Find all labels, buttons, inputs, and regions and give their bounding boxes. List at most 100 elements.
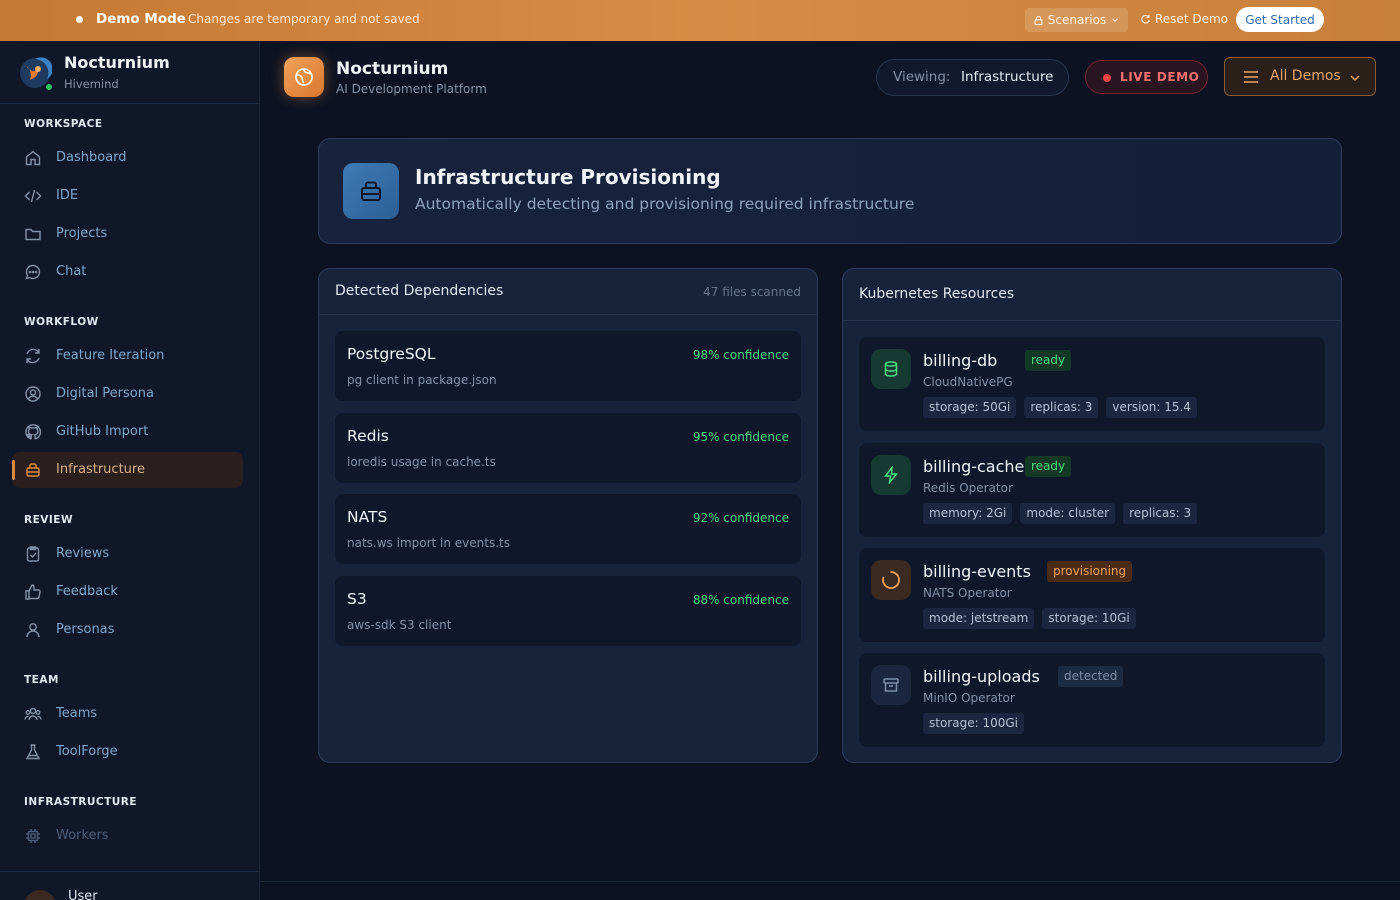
brand-name: Nocturnium [64,53,170,72]
resource-operator: MinIO Operator [923,691,1015,705]
sidebar-item-label: ToolForge [56,744,118,759]
dependency-item[interactable]: NATS 92% confidence nats.ws import in ev… [335,494,801,564]
sidebar-item-digital-persona[interactable]: Digital Persona [12,376,243,412]
sidebar-item-teams[interactable]: Teams [12,696,243,732]
app-logo-icon [284,57,324,97]
section-workflow: WORKFLOW [24,316,99,328]
dependency-name: PostgreSQL [347,345,436,363]
dependency-detail: nats.ws import in events.ts [347,536,511,550]
sidebar-item-workers[interactable]: Workers [12,818,243,854]
resource-tags: mode: jetstream storage: 10Gi [923,608,1136,629]
chevron-down-icon [1350,75,1360,82]
sidebar-user-footer[interactable]: User [0,871,259,900]
sidebar-item-label: Feature Iteration [56,348,165,363]
sidebar-item-label: Personas [56,622,115,637]
resource-name: billing-events [923,562,1031,581]
home-icon [25,150,41,166]
dependency-name: Redis [347,427,389,445]
demo-note: Changes are temporary and not saved [188,12,420,26]
chat-bubble-icon [25,264,41,280]
get-started-button[interactable]: Get Started [1236,7,1324,32]
sidebar-item-label: Chat [56,264,87,279]
resource-tag: mode: jetstream [923,608,1035,629]
user-circle-icon [25,386,41,402]
sidebar-item-reviews[interactable]: Reviews [12,536,243,572]
avatar [24,890,56,900]
section-review: REVIEW [24,514,74,526]
sidebar-item-personas[interactable]: Personas [12,612,243,648]
sidebar-item-label: Digital Persona [56,386,154,401]
sidebar-item-github-import[interactable]: GitHub Import [12,414,243,450]
section-workspace: WORKSPACE [24,118,103,130]
demo-banner: Demo Mode Changes are temporary and not … [0,0,1400,41]
lock-icon [1034,15,1043,25]
sidebar-item-projects[interactable]: Projects [12,216,243,252]
sidebar-item-feature-iteration[interactable]: Feature Iteration [12,338,243,374]
dependency-confidence: 92% confidence [692,511,789,525]
kubernetes-resources-panel: Kubernetes Resources billing-db ready Cl… [842,268,1342,763]
k8s-resource-card[interactable]: billing-uploads detected MinIO Operator … [859,653,1325,747]
brand-subtitle: Hivemind [64,77,119,91]
status-badge: ready [1025,350,1072,371]
resource-tags: storage: 100Gi [923,713,1024,734]
infrastructure-hero-card: Infrastructure Provisioning Automaticall… [318,138,1342,244]
scenarios-label: Scenarios [1047,13,1107,27]
status-badge: detected [1058,666,1124,687]
reset-demo-button[interactable]: Reset Demo [1140,12,1228,26]
sidebar-item-ide[interactable]: IDE [12,178,243,214]
resource-tags: storage: 50Gi replicas: 3 version: 15.4 [923,397,1197,418]
k8s-resource-card[interactable]: billing-db ready CloudNativePG storage: … [859,337,1325,431]
scenarios-button[interactable]: Scenarios [1025,8,1128,32]
status-badge: provisioning [1047,561,1133,582]
section-team: TEAM [24,674,59,686]
resource-tag: storage: 10Gi [1042,608,1136,629]
user-name: User [68,889,98,900]
sidebar: Nocturnium Hivemind WORKSPACE Dashboard … [0,41,260,900]
resource-operator: NATS Operator [923,586,1012,600]
sidebar-item-label: Infrastructure [56,462,145,477]
reset-demo-label: Reset Demo [1155,12,1228,26]
online-status-dot [44,82,54,92]
hero-title: Infrastructure Provisioning [415,165,721,189]
k8s-resource-card[interactable]: billing-events provisioning NATS Operato… [859,548,1325,642]
flask-icon [25,744,41,760]
resource-name: billing-uploads [923,667,1040,686]
refresh-icon [26,348,40,364]
sidebar-item-feedback[interactable]: Feedback [12,574,243,610]
status-badge: ready [1025,456,1072,477]
dependency-name: S3 [347,590,367,608]
live-demo-label: LIVE DEMO [1120,70,1200,84]
page-title: Nocturnium [336,59,449,79]
dependency-confidence: 98% confidence [692,348,789,362]
dependency-detail: pg client in package.json [347,373,497,387]
dependency-item[interactable]: S3 88% confidence aws-sdk S3 client [335,576,801,646]
all-demos-button[interactable]: All Demos [1224,57,1376,96]
k8s-resource-card[interactable]: billing-cache ready Redis Operator memor… [859,443,1325,537]
resource-operator: Redis Operator [923,481,1013,495]
sidebar-item-toolforge[interactable]: ToolForge [12,734,243,770]
dependency-item[interactable]: Redis 95% confidence ioredis usage in ca… [335,413,801,483]
viewing-indicator: Viewing: Infrastructure [876,59,1069,96]
files-scanned-count: 47 files scanned [703,285,801,299]
sidebar-item-dashboard[interactable]: Dashboard [12,140,243,176]
sidebar-brand[interactable]: Nocturnium Hivemind [0,41,259,104]
code-icon [24,189,42,203]
resource-tag: memory: 2Gi [923,503,1013,524]
sidebar-item-infrastructure[interactable]: Infrastructure [12,452,243,488]
section-infrastructure: INFRASTRUCTURE [24,796,138,808]
sidebar-item-label: Workers [56,828,109,843]
refresh-icon [1141,14,1150,24]
viewing-value: Infrastructure [961,69,1054,85]
clipboard-check-icon [26,546,40,562]
chevron-down-icon [1112,18,1119,22]
sidebar-item-label: IDE [56,188,79,203]
resource-tag: replicas: 3 [1024,397,1099,418]
detected-dependencies-panel: Detected Dependencies 47 files scanned P… [318,268,818,763]
live-dot-icon [1103,74,1111,82]
resource-tags: memory: 2Gi mode: cluster replicas: 3 [923,503,1198,524]
resource-tag: replicas: 3 [1123,503,1198,524]
sidebar-item-chat[interactable]: Chat [12,254,243,290]
sidebar-item-label: GitHub Import [56,424,149,439]
page-subtitle: AI Development Platform [336,82,487,96]
dependency-item[interactable]: PostgreSQL 98% confidence pg client in p… [335,331,801,401]
